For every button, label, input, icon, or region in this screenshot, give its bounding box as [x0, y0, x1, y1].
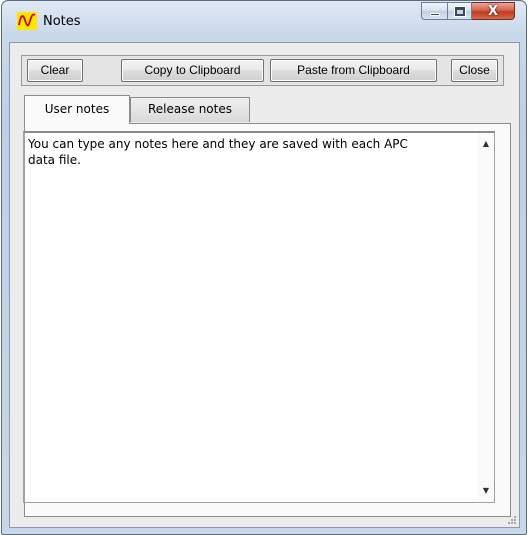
- close-icon: X: [487, 4, 499, 19]
- scroll-down-arrow-icon[interactable]: ▼: [481, 486, 491, 496]
- tab-release-notes[interactable]: Release notes: [130, 97, 250, 122]
- minimize-icon: [430, 13, 440, 16]
- notes-textarea[interactable]: You can type any notes here and they are…: [23, 131, 495, 503]
- maximize-button[interactable]: [447, 2, 472, 20]
- clear-button[interactable]: Clear: [27, 59, 83, 82]
- caption-buttons: X: [421, 2, 515, 21]
- close-window-button[interactable]: X: [472, 2, 515, 20]
- title-bar[interactable]: Notes X: [2, 1, 526, 41]
- notes-text[interactable]: You can type any notes here and they are…: [28, 136, 468, 168]
- close-button[interactable]: Close: [451, 59, 498, 82]
- resize-grip-icon[interactable]: [505, 513, 517, 525]
- tab-user-notes[interactable]: User notes: [24, 95, 130, 124]
- vertical-scrollbar[interactable]: ▲ ▼: [478, 133, 494, 502]
- client-area: Clear Copy to Clipboard Paste from Clipb…: [9, 42, 520, 528]
- waveform-icon: [17, 12, 37, 30]
- maximize-icon: [455, 7, 465, 16]
- window-title: Notes: [43, 14, 81, 29]
- notes-window: Notes X Clear Copy to Clipboard Paste fr…: [1, 0, 527, 535]
- paste-from-clipboard-button[interactable]: Paste from Clipboard: [270, 59, 437, 82]
- copy-to-clipboard-button[interactable]: Copy to Clipboard: [121, 59, 264, 82]
- scroll-up-arrow-icon[interactable]: ▲: [481, 139, 491, 149]
- minimize-button[interactable]: [421, 2, 447, 20]
